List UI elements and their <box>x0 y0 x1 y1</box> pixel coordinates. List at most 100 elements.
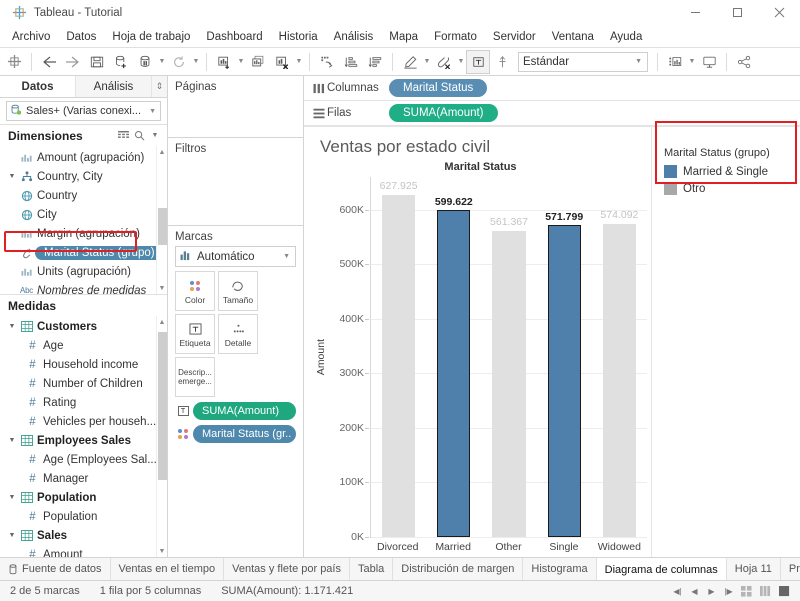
legend-item-otro[interactable]: Otro <box>664 180 788 197</box>
legend-item-married-single[interactable]: Married & Single <box>664 163 788 180</box>
dimension-margin-bin[interactable]: Margin (agrupación) <box>0 224 167 243</box>
tree-arrow-expanded[interactable]: ▼ <box>6 173 18 180</box>
sheet-tab[interactable]: Fuente de datos <box>0 558 111 580</box>
sort-descending-icon[interactable] <box>363 50 387 74</box>
x-axis-tick[interactable]: Single <box>536 538 591 557</box>
chevron-down-icon[interactable]: ▼ <box>456 50 466 74</box>
x-axis-tick[interactable]: Divorced <box>370 538 425 557</box>
measure-age[interactable]: # Age <box>0 336 167 355</box>
measure-number-of-children[interactable]: # Number of Children <box>0 374 167 393</box>
measure-population[interactable]: # Population <box>0 507 167 526</box>
highlight-icon[interactable] <box>398 50 422 74</box>
show-filmstrip-view-button[interactable] <box>775 581 794 601</box>
scroll-up-icon[interactable]: ▲ <box>157 316 168 328</box>
menu-analisis[interactable]: Análisis <box>326 29 382 45</box>
mark-type-selector[interactable]: Automático ▼ <box>175 246 296 267</box>
sheet-tab[interactable]: Histograma <box>523 558 597 580</box>
menu-servidor[interactable]: Servidor <box>485 29 544 45</box>
show-grid-view-button[interactable] <box>737 581 756 601</box>
tooltip-button[interactable]: Descrip... emerge... <box>175 357 215 397</box>
scroll-up-icon[interactable]: ▲ <box>157 146 168 158</box>
chevron-down-icon[interactable]: ▼ <box>157 50 167 74</box>
tree-arrow-expanded[interactable]: ▼ <box>6 323 18 330</box>
detail-button[interactable]: Detalle <box>218 314 258 354</box>
sheet-tab[interactable]: Diagrama de columnas <box>596 558 727 580</box>
chevron-down-icon[interactable]: ▼ <box>294 50 304 74</box>
menu-archivo[interactable]: Archivo <box>4 29 58 45</box>
duplicate-sheet-icon[interactable] <box>246 50 270 74</box>
measure-vehicles-per-household[interactable]: # Vehicles per househ... <box>0 412 167 431</box>
measure-rating[interactable]: # Rating <box>0 393 167 412</box>
sort-ascending-icon[interactable] <box>339 50 363 74</box>
sheet-tab[interactable]: Ventas y flete por país <box>224 558 350 580</box>
x-axis-tick[interactable]: Married <box>425 538 480 557</box>
search-icon[interactable] <box>131 128 147 144</box>
dimensions-scrollbar[interactable]: ▲ ▼ <box>156 146 167 294</box>
group-members-icon[interactable] <box>432 50 456 74</box>
presentation-mode-icon[interactable] <box>697 50 721 74</box>
label-button[interactable]: Etiqueta <box>175 314 215 354</box>
tree-arrow-expanded[interactable]: ▼ <box>6 437 18 444</box>
measure-table-sales[interactable]: ▼ Sales <box>0 526 167 545</box>
pill-marital-status-group[interactable]: Marital Status (gr.. <box>193 425 296 443</box>
sheet-tab[interactable]: Tabla <box>350 558 394 580</box>
chevron-down-icon[interactable]: ▼ <box>147 128 163 144</box>
scroll-track[interactable] <box>157 328 168 545</box>
scroll-thumb[interactable] <box>157 332 167 480</box>
fit-selector[interactable]: Estándar ▼ <box>518 51 648 72</box>
grid-view-icon[interactable] <box>115 128 131 144</box>
tree-arrow-expanded[interactable]: ▼ <box>6 532 18 539</box>
menu-ayuda[interactable]: Ayuda <box>602 29 650 45</box>
menu-historia[interactable]: Historia <box>271 29 326 45</box>
show-me-icon[interactable] <box>663 50 687 74</box>
pause-refresh-icon[interactable] <box>133 50 157 74</box>
last-page-button[interactable]: |▶ <box>720 581 737 601</box>
measure-table-employees-sales[interactable]: ▼ Employees Sales <box>0 431 167 450</box>
menu-dashboard[interactable]: Dashboard <box>198 29 270 45</box>
measure-manager[interactable]: # Manager <box>0 469 167 488</box>
sheet-tab[interactable]: Pronóstic <box>780 558 800 580</box>
bar-mark[interactable]: 599.622 <box>435 196 473 537</box>
marks-pill-marital-status[interactable]: Marital Status (gr.. <box>175 425 296 443</box>
close-icon[interactable] <box>758 0 800 26</box>
show-mark-labels-icon[interactable] <box>466 49 490 74</box>
data-source-selector[interactable]: Sales+ (Varias conexi... ▼ <box>6 101 161 121</box>
scroll-track[interactable] <box>157 158 168 282</box>
scroll-thumb[interactable] <box>157 207 167 245</box>
chevron-down-icon[interactable]: ▼ <box>191 50 201 74</box>
chevron-down-icon[interactable]: ▼ <box>687 50 697 74</box>
x-axis-tick[interactable]: Widowed <box>592 538 647 557</box>
measure-household-income[interactable]: # Household income <box>0 355 167 374</box>
y-axis[interactable]: 0K 100K 200K 300K 400K 500K 600K <box>328 177 370 543</box>
dimension-measure-names[interactable]: Abc Nombres de medidas <box>0 281 167 295</box>
size-button[interactable]: Tamaño <box>218 271 258 311</box>
x-axis[interactable]: Divorced Married Other Single Widowed <box>370 537 647 557</box>
columns-pill-marital-status[interactable]: Marital Status <box>389 79 488 97</box>
save-icon[interactable] <box>85 50 109 74</box>
new-worksheet-icon[interactable] <box>212 50 236 74</box>
first-page-button[interactable]: ◀| <box>669 581 686 601</box>
share-icon[interactable] <box>732 50 756 74</box>
x-axis-tick[interactable]: Other <box>481 538 536 557</box>
fix-axes-icon[interactable] <box>490 50 514 74</box>
filters-card[interactable]: Filtros <box>168 138 303 226</box>
chevron-down-icon[interactable]: ▼ <box>422 50 432 74</box>
dimension-units-bin[interactable]: Units (agrupación) <box>0 262 167 281</box>
pages-card[interactable]: Páginas <box>168 76 303 138</box>
next-page-button[interactable]: ▶ <box>703 581 720 601</box>
bar-mark[interactable]: 571.799 <box>545 211 583 537</box>
show-list-view-button[interactable] <box>756 581 775 601</box>
maximize-icon[interactable] <box>716 0 758 26</box>
sheet-tab[interactable]: Distribución de margen <box>393 558 524 580</box>
dimension-amount-bin[interactable]: Amount (agrupación) <box>0 148 167 167</box>
color-button[interactable]: Color <box>175 271 215 311</box>
add-data-source-icon[interactable] <box>109 50 133 74</box>
minimize-icon[interactable] <box>674 0 716 26</box>
rows-pill-suma-amount[interactable]: SUMA(Amount) <box>389 104 498 122</box>
measures-scrollbar[interactable]: ▲ ▼ <box>156 316 167 557</box>
pill-suma-amount[interactable]: SUMA(Amount) <box>193 402 296 420</box>
menu-mapa[interactable]: Mapa <box>381 29 426 45</box>
bar-mark[interactable]: 561.367 <box>490 216 528 537</box>
measure-amount[interactable]: # Amount <box>0 545 167 558</box>
previous-page-button[interactable]: ◀ <box>686 581 703 601</box>
